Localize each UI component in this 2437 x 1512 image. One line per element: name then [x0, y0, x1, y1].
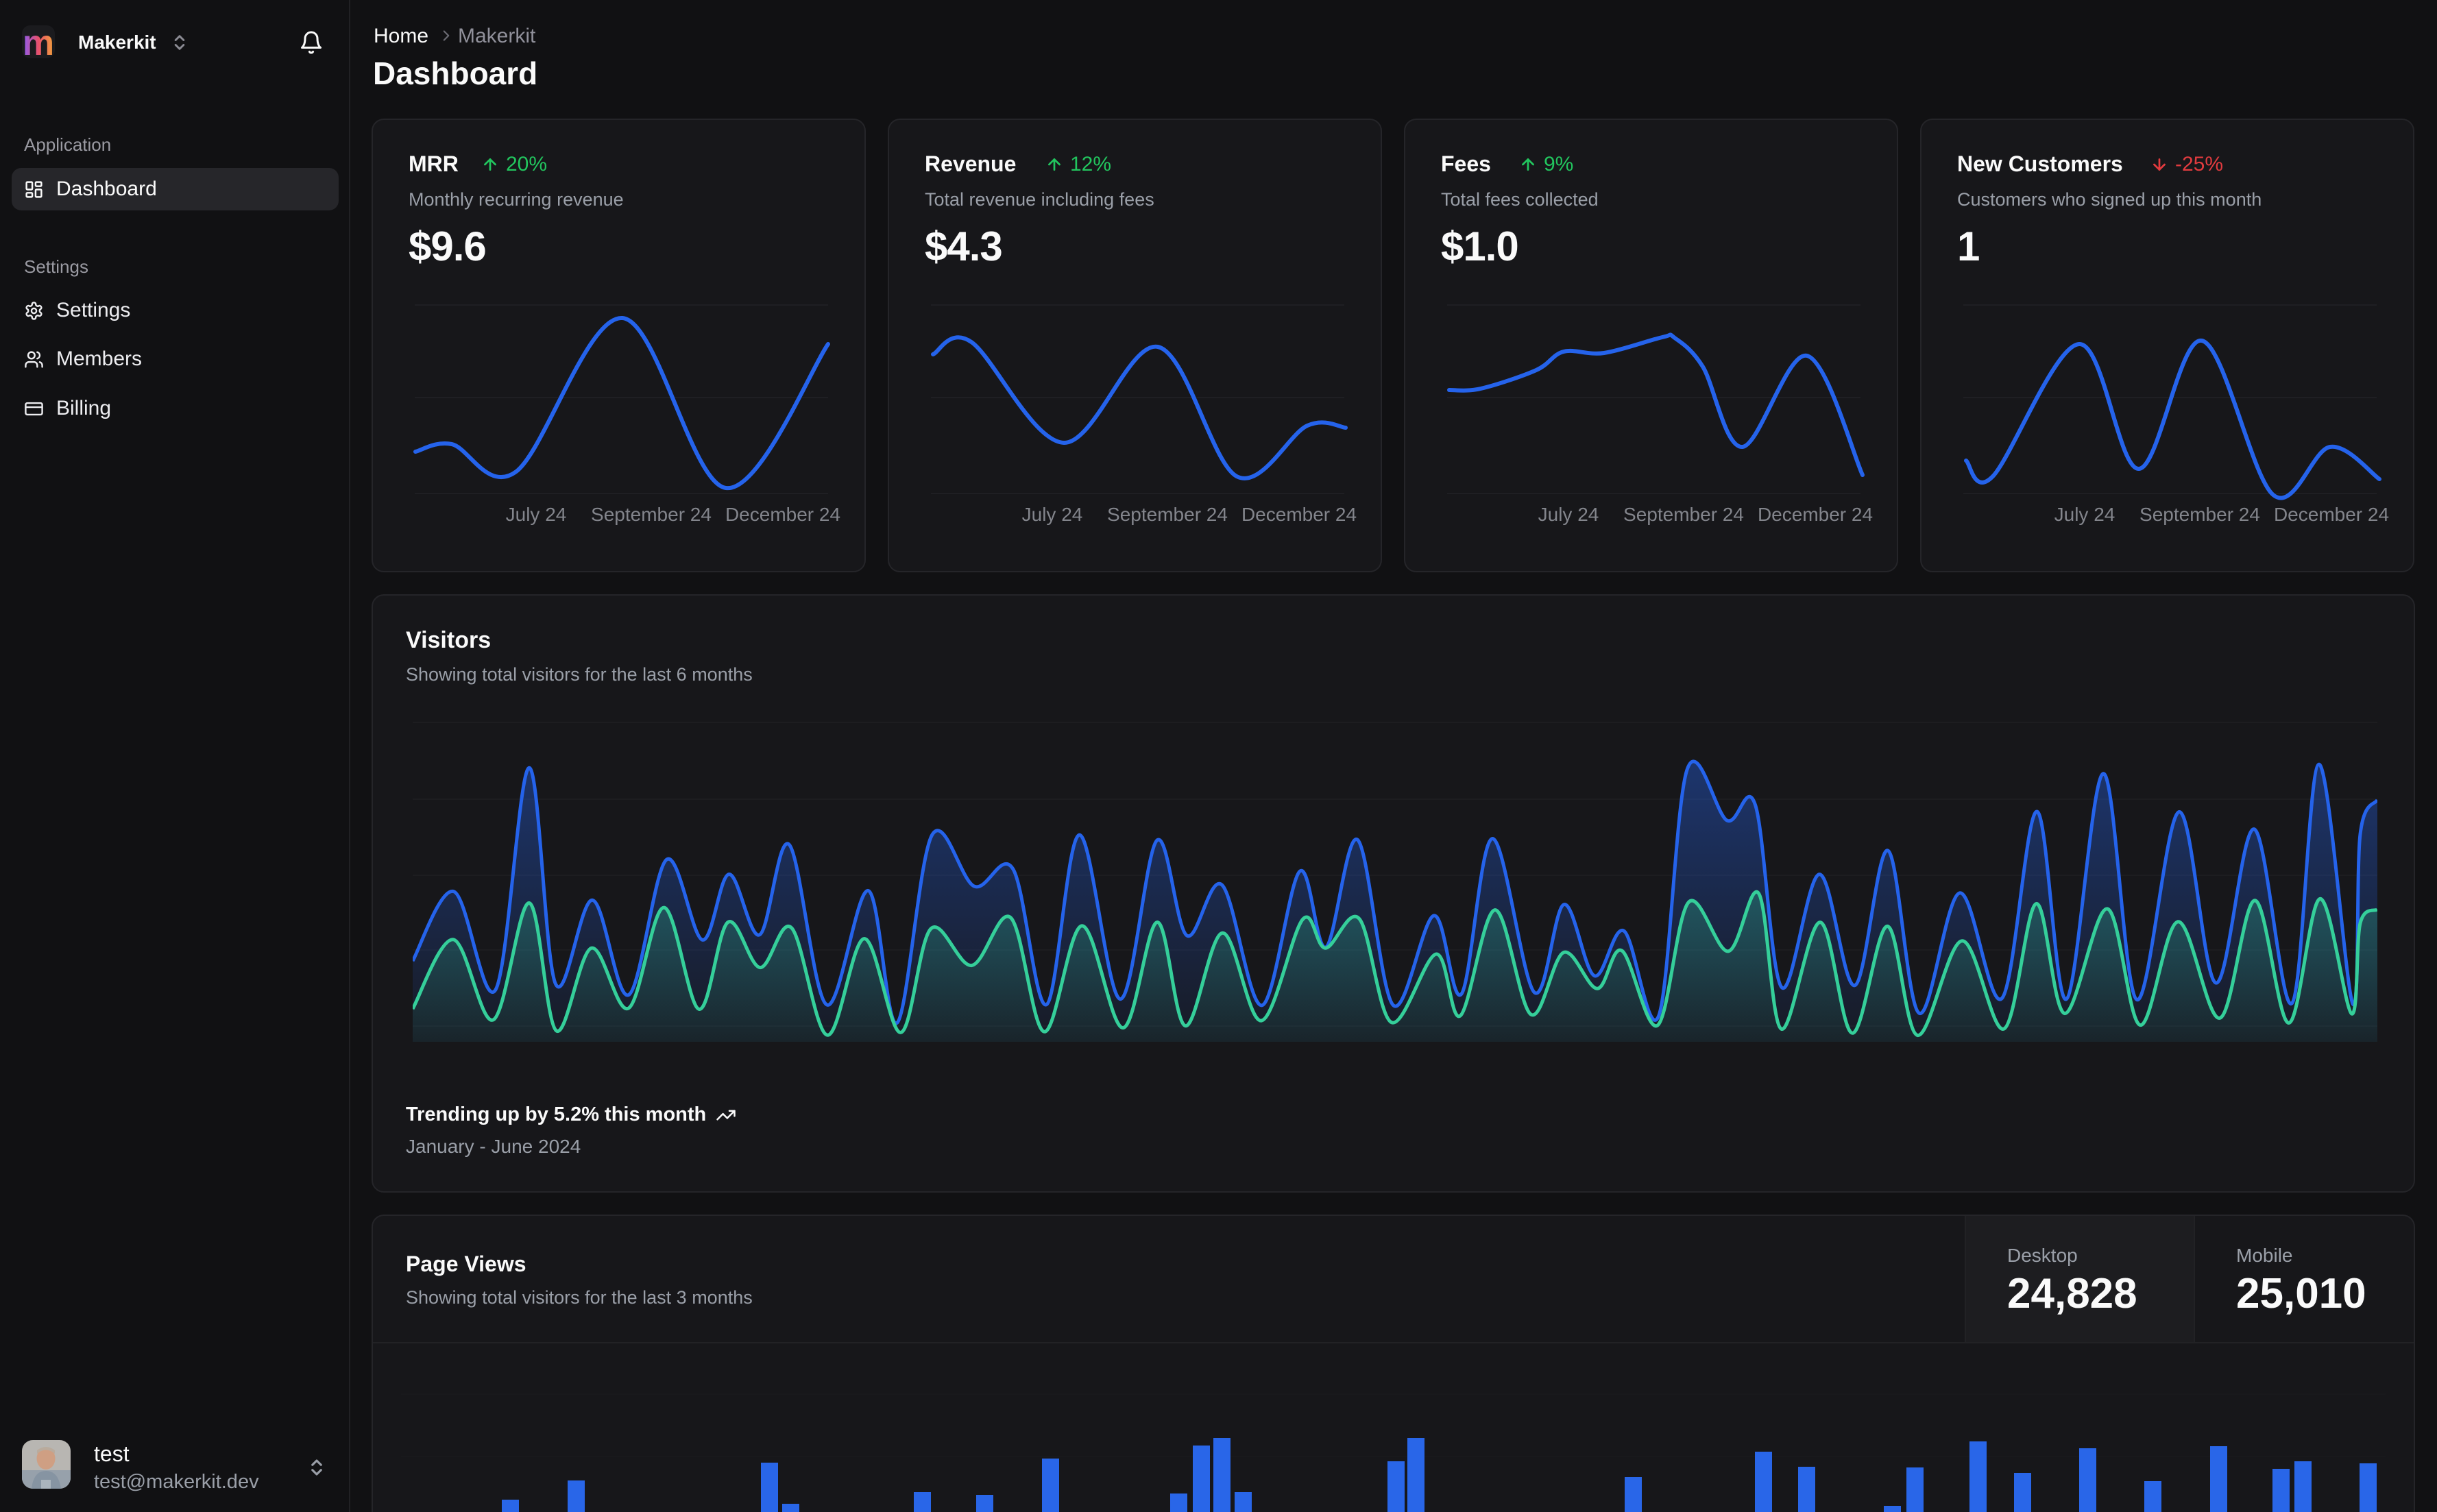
svg-text:m: m [23, 25, 54, 58]
